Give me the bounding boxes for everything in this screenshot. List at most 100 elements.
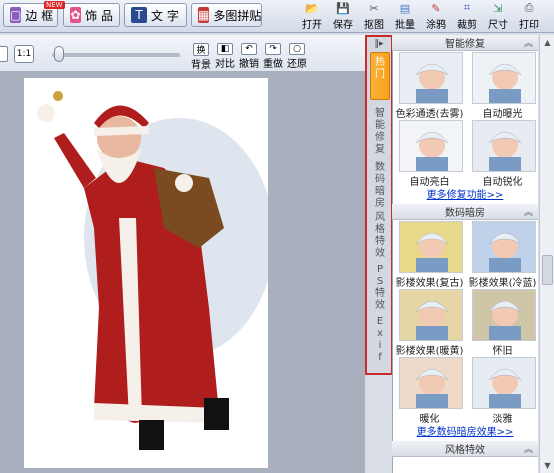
more-link[interactable]: 更多数码暗房效果>> <box>392 423 538 438</box>
effect-thumbnail[interactable] <box>399 357 463 409</box>
effect-thumbnail[interactable] <box>472 357 536 409</box>
fit-window-button[interactable] <box>0 46 8 62</box>
effect-thumbnail[interactable] <box>399 52 463 104</box>
zoom-slider-thumb[interactable] <box>54 46 64 62</box>
compare-icon: ◧ <box>217 43 233 55</box>
tab-char: 修 <box>375 132 385 143</box>
tab-char: S <box>376 276 384 287</box>
collage-icon: ▦ <box>198 7 210 23</box>
effect-label: 影楼效果(暖黄) <box>395 346 464 357</box>
tab-char: 智 <box>375 108 385 119</box>
open-button[interactable]: 📂 打开 <box>298 1 326 32</box>
collapse-icon[interactable]: ︽ <box>524 205 533 218</box>
effect-thumbnail[interactable] <box>472 289 536 341</box>
ribbon-button[interactable]: ✿ 饰 品 <box>63 3 120 27</box>
collapse-handle[interactable]: ‖▸ <box>371 39 387 51</box>
effect-thumbnail[interactable] <box>399 221 463 273</box>
size-button[interactable]: ⇲ 尺寸 <box>484 1 512 32</box>
tab-5[interactable]: PS特效 <box>370 260 390 311</box>
open-icon: 📂 <box>305 1 319 15</box>
tool-label: 涂鸦 <box>426 20 446 31</box>
collapse-icon[interactable]: ︽ <box>524 36 533 49</box>
tab-char: 能 <box>375 120 385 131</box>
save-button[interactable]: 💾 保存 <box>329 1 357 32</box>
section-title: 数码暗房 <box>445 208 485 219</box>
section-title: 智能修复 <box>445 39 485 50</box>
tab-char: 格 <box>375 224 385 235</box>
batch-button[interactable]: ▤ 批量 <box>391 1 419 32</box>
ribbon-icon: ✿ <box>70 7 82 23</box>
section-title: 风格特效 <box>445 445 485 456</box>
tab-char: E <box>376 316 384 327</box>
effect-thumbnail[interactable] <box>472 221 536 273</box>
tab-char: 效 <box>375 248 385 259</box>
collapse-icon[interactable]: ︽ <box>524 442 533 455</box>
scroll-down-arrow[interactable]: ▼ <box>542 460 553 471</box>
edited-photo <box>24 78 274 468</box>
sub-button-label: 背景 <box>191 60 211 71</box>
tab-char: i <box>378 340 382 351</box>
tab-3[interactable]: 数码暗房 <box>370 158 390 209</box>
undo-button[interactable]: ↶ 撤销 <box>238 43 260 70</box>
tab-2[interactable]: 智能修复 <box>370 104 390 155</box>
more-link[interactable]: 更多修复功能>> <box>392 186 538 201</box>
text-button[interactable]: T文 字 <box>124 3 187 27</box>
sub-button-label: 重做 <box>263 59 283 70</box>
effect-thumbnail[interactable] <box>399 289 463 341</box>
tab-char: 门 <box>375 69 385 80</box>
sub-button-label: 还原 <box>287 59 307 70</box>
size-icon: ⇲ <box>493 1 503 15</box>
tool-label: 打开 <box>302 20 322 31</box>
tool-label: 裁剪 <box>457 20 477 31</box>
effect-label: 自动曝光 <box>482 109 523 120</box>
frame-icon: ▢ <box>10 7 22 23</box>
tab-6[interactable]: Exif <box>370 312 390 363</box>
effect-label: 怀旧 <box>492 346 513 357</box>
compare-button[interactable]: ◧ 对比 <box>214 43 236 70</box>
tab-char: f <box>378 352 382 363</box>
section-header[interactable]: 数码暗房 ︽ <box>392 204 538 220</box>
toolbar-button-label: 文 字 <box>151 8 179 23</box>
crop-button[interactable]: ⌗ 裁剪 <box>453 1 481 31</box>
section-header[interactable]: 智能修复 ︽ <box>392 35 538 51</box>
tool-label: 抠图 <box>364 20 384 31</box>
effect-thumbnail[interactable] <box>472 52 536 104</box>
sub-button-label: 对比 <box>215 59 235 70</box>
background-button[interactable]: 换背景 <box>190 43 212 71</box>
background-icon: 换 <box>193 43 209 56</box>
collage-button[interactable]: ▦ 多图拼贴 <box>191 3 262 27</box>
redo-button[interactable]: ↷ 重做 <box>262 43 284 70</box>
cutout-button[interactable]: ✂ 抠图 <box>360 1 388 32</box>
scroll-up-arrow[interactable]: ▲ <box>542 37 553 48</box>
print-icon: ⎙ <box>524 1 534 14</box>
tab-char: 风 <box>375 212 385 223</box>
actual-size-button[interactable]: 1:1 <box>14 45 34 63</box>
sub-button-label: 撤销 <box>239 59 259 70</box>
zoom-slider[interactable] <box>52 53 180 57</box>
effect-label: 色彩通透(去雾) <box>395 109 464 120</box>
graffiti-icon: ✎ <box>431 1 441 15</box>
tab-char: x <box>377 328 383 339</box>
new-badge: NEW <box>44 1 65 9</box>
effect-thumbnail[interactable] <box>399 120 463 172</box>
tab-char: 热 <box>375 57 385 68</box>
toolbar-button-label: 多图拼贴 <box>213 8 262 23</box>
effect-label: 影楼效果(冷蓝) <box>468 278 537 289</box>
scroll-grip[interactable] <box>542 255 553 285</box>
save-icon: 💾 <box>336 1 350 15</box>
panel-scrollbar[interactable]: ▲ ▼ <box>539 35 554 473</box>
cutout-icon: ✂ <box>369 1 379 15</box>
tab-4[interactable]: 风格特效 <box>370 208 390 259</box>
tab-char: 效 <box>375 300 385 311</box>
tab-char: 复 <box>375 144 385 155</box>
tab-char: 数 <box>375 162 385 173</box>
effect-thumbnail[interactable] <box>472 120 536 172</box>
tab-1[interactable]: 热门 <box>370 52 390 100</box>
text-icon: T <box>131 7 147 23</box>
tab-char: P <box>376 264 384 275</box>
section-header[interactable]: 风格特效 ︽ <box>392 441 538 457</box>
tab-char: 特 <box>375 288 385 299</box>
graffiti-button[interactable]: ✎ 涂鸦 <box>422 1 450 32</box>
restore-button[interactable]: ○ 还原 <box>286 43 308 70</box>
print-button[interactable]: ⎙ 打印 <box>515 1 543 31</box>
